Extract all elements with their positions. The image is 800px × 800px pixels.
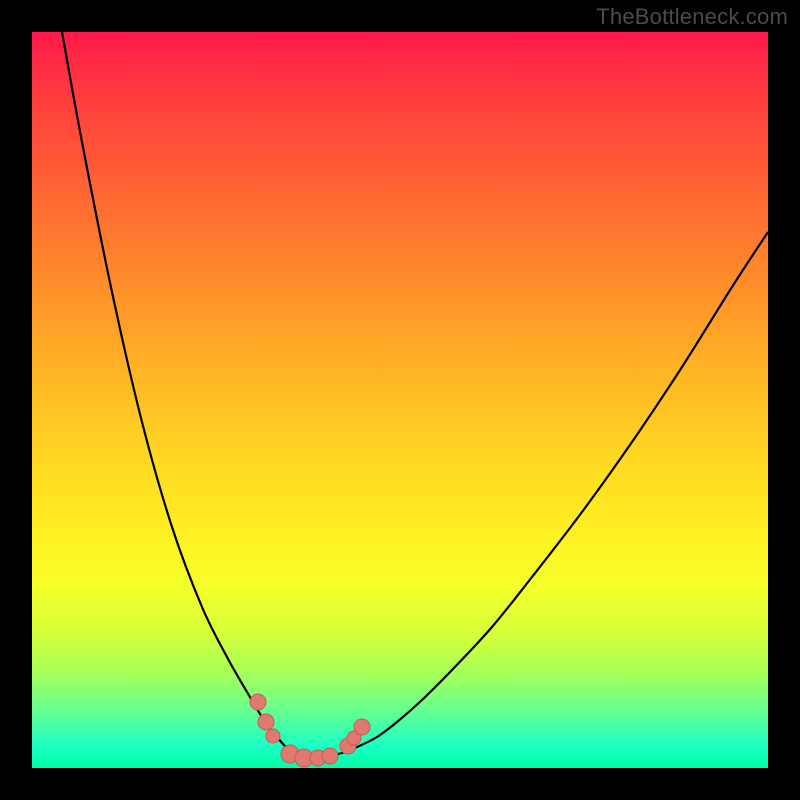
data-dot — [322, 748, 338, 764]
data-dot — [266, 729, 280, 743]
data-dot — [250, 694, 266, 710]
curve-left-branch — [62, 32, 297, 755]
data-dot — [258, 714, 274, 730]
attribution-text: TheBottleneck.com — [596, 4, 788, 30]
data-dot — [354, 719, 370, 735]
chart-svg — [32, 32, 768, 768]
curve-right-branch — [332, 232, 768, 755]
data-dots-group — [250, 694, 370, 767]
